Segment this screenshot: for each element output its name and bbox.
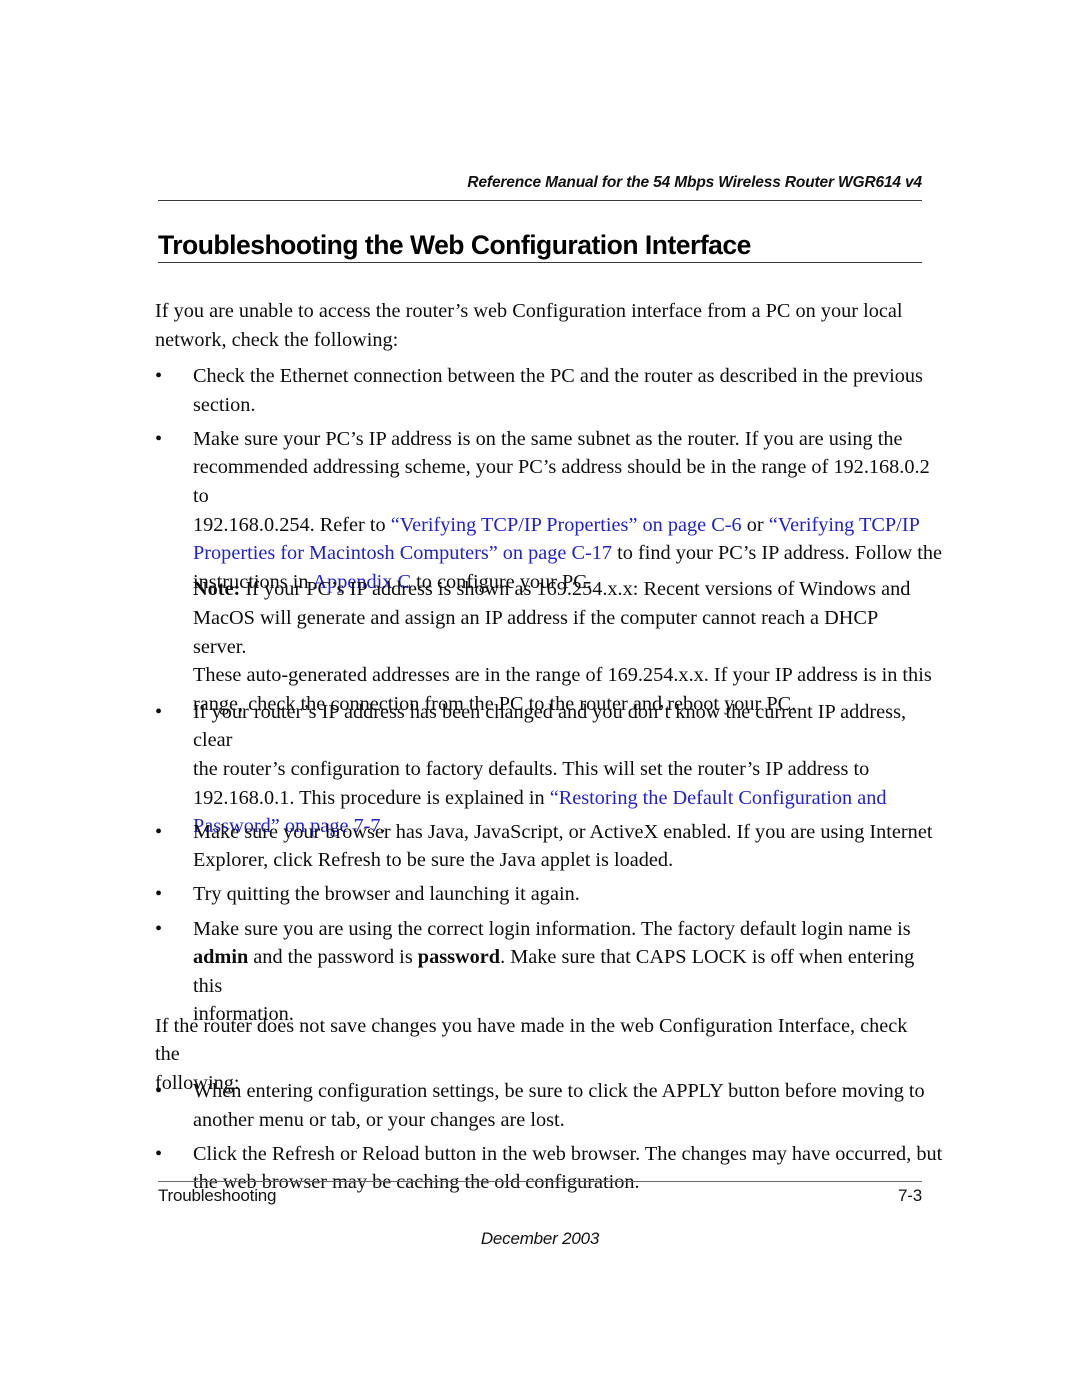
body-text: Try quitting the browser and launching i… [193,883,580,906]
body-text: or [741,513,769,536]
list-item-text: Check the Ethernet connection between th… [193,362,945,419]
text-line: Make sure your browser has Java, JavaScr… [193,818,945,847]
list-item-text: When entering configuration settings, be… [193,1077,945,1134]
header-rule [158,200,922,201]
list-item-text: Make sure your PC’s IP address is on the… [193,425,945,597]
body-text: recommended addressing scheme, your PC’s… [193,456,930,508]
body-text: These auto-generated addresses are in th… [193,664,932,687]
intro-paragraph: If you are unable to access the router’s… [155,297,927,354]
text-line: network, check the following: [155,328,399,351]
footer-rule [158,1181,922,1182]
body-text: Click the Refresh or Reload button in th… [193,1142,943,1165]
cross-reference-link[interactable]: “Restoring the Default Configuration and [550,787,887,809]
text-line: Check the Ethernet connection between th… [193,362,945,391]
text-line: These auto-generated addresses are in th… [193,661,933,690]
text-line: When entering configuration settings, be… [193,1077,945,1106]
body-text: another menu or tab, or your changes are… [193,1108,565,1131]
emphasis-text: Note: [193,578,241,601]
bullet-icon: • [155,427,163,450]
bullet-icon: • [155,883,163,906]
body-text: Make sure you are using the correct logi… [193,917,911,940]
cross-reference-link[interactable]: “Verifying TCP/IP [769,514,920,536]
list-item: • Make sure your browser has Java, JavaSc… [155,818,945,875]
bullet-icon: • [155,917,163,940]
text-line: If you are unable to access the router’s… [155,300,903,322]
body-text: to find your PC’s IP address. Follow the [612,542,943,565]
text-line: Make sure you are using the correct logi… [193,915,945,944]
body-text: section. [193,393,256,416]
body-text: Explorer, click Refresh to be sure the J… [193,849,674,872]
cross-reference-link[interactable]: Properties for Macintosh Computers” on p… [193,542,612,564]
text-line: section. [193,391,945,420]
body-text: Check the Ethernet connection between th… [193,365,923,388]
text-line: admin and the password is password. Make… [193,943,945,1000]
cross-reference-link[interactable]: “Verifying TCP/IP Properties” on page C-… [391,514,742,536]
emphasis-text: admin [193,946,249,969]
text-line: Click the Refresh or Reload button in th… [193,1140,945,1169]
text-line: Properties for Macintosh Computers” on p… [193,539,945,568]
page-title: Troubleshooting the Web Configuration In… [158,229,751,260]
list-item-text: Try quitting the browser and launching i… [193,880,945,909]
body-text: Make sure your browser has Java, JavaScr… [193,820,933,843]
footer-page-number: 7-3 [898,1186,922,1205]
bullet-icon: • [155,1142,163,1165]
body-text: 192.168.0.254. Refer to [193,513,391,536]
body-text: and the password is [248,946,418,969]
body-text: When entering configuration settings, be… [193,1080,925,1102]
body-text: Make sure your PC’s IP address is on the… [193,427,903,450]
bullet-icon: • [155,700,163,723]
emphasis-text: password [417,946,501,969]
body-text: 192.168.0.1. This procedure is explained… [193,786,550,809]
list-item: • Check the Ethernet connection between t… [155,362,945,419]
list-item: • Make sure your PC’s IP address is on th… [155,425,945,597]
footer-date: December 2003 [480,1229,600,1248]
bullet-icon: • [155,820,163,843]
text-line: 192.168.0.254. Refer to “Verifying TCP/I… [193,511,945,540]
text-line: MacOS will generate and assign an IP add… [193,604,933,661]
body-text: If your router’s IP address has been cha… [193,700,907,752]
text-line: If the router does not save changes you … [155,1014,908,1066]
running-header: Reference Manual for the 54 Mbps Wireles… [467,174,922,191]
text-line: Make sure your PC’s IP address is on the… [193,425,945,454]
text-line: another menu or tab, or your changes are… [193,1106,945,1135]
body-text: If your PC’s IP address is shown as 169.… [240,578,911,601]
list-item: • When entering configuration settings, b… [155,1077,945,1134]
bullet-icon: • [155,1080,163,1102]
title-rule [158,262,922,263]
text-line: 192.168.0.1. This procedure is explained… [193,784,945,813]
body-text: MacOS will generate and assign an IP add… [193,606,878,658]
text-line: Explorer, click Refresh to be sure the J… [193,846,945,875]
document-page: Reference Manual for the 54 Mbps Wireles… [0,0,1080,1397]
bullet-icon: • [155,365,163,388]
text-line: Try quitting the browser and launching i… [193,880,945,909]
body-text: the router’s configuration to factory de… [193,757,870,780]
text-line: the router’s configuration to factory de… [193,755,945,784]
text-line: Note: If your PC’s IP address is shown a… [193,575,933,604]
text-line: If your router’s IP address has been cha… [193,698,945,755]
list-item-text: Make sure your browser has Java, JavaScr… [193,818,945,875]
text-line: recommended addressing scheme, your PC’s… [193,453,945,510]
list-item: • Try quitting the browser and launching … [155,880,945,909]
